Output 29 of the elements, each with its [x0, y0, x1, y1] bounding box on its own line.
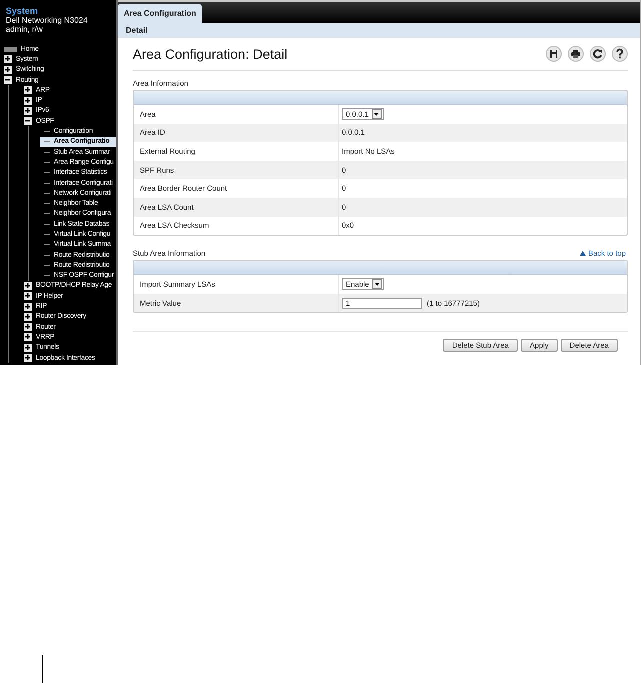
expand-icon[interactable] [24, 354, 32, 362]
expand-icon[interactable] [24, 302, 32, 311]
caret-icon [374, 282, 380, 286]
page-title: Area Configuration: Detail [133, 46, 288, 62]
save-icon[interactable] [546, 46, 562, 62]
caret-icon [374, 112, 380, 116]
sidebar-title: System [6, 6, 40, 16]
expand-icon[interactable] [24, 282, 32, 290]
home-bar-icon [4, 46, 17, 52]
tab[interactable]: Area Configuration [118, 4, 202, 23]
refresh-icon[interactable] [590, 46, 606, 62]
expand-icon[interactable] [4, 55, 12, 64]
user-info: admin, r/w [6, 25, 44, 34]
expand-icon[interactable] [24, 344, 32, 352]
expand-icon[interactable] [24, 106, 32, 115]
expand-icon[interactable] [24, 292, 32, 300]
subtab[interactable]: Detail [126, 26, 148, 35]
expand-icon[interactable] [4, 66, 12, 74]
device-name: Dell Networking N3024 [6, 16, 89, 25]
collapse-icon[interactable] [24, 117, 32, 126]
expand-icon[interactable] [24, 86, 32, 94]
help-icon[interactable] [612, 46, 628, 62]
print-icon[interactable] [568, 46, 584, 62]
expand-icon[interactable] [24, 333, 32, 342]
expand-icon[interactable] [24, 323, 32, 332]
collapse-icon[interactable] [4, 76, 12, 84]
expand-icon[interactable] [24, 312, 32, 321]
triangle-up-icon [580, 251, 586, 256]
expand-icon[interactable] [24, 96, 32, 105]
